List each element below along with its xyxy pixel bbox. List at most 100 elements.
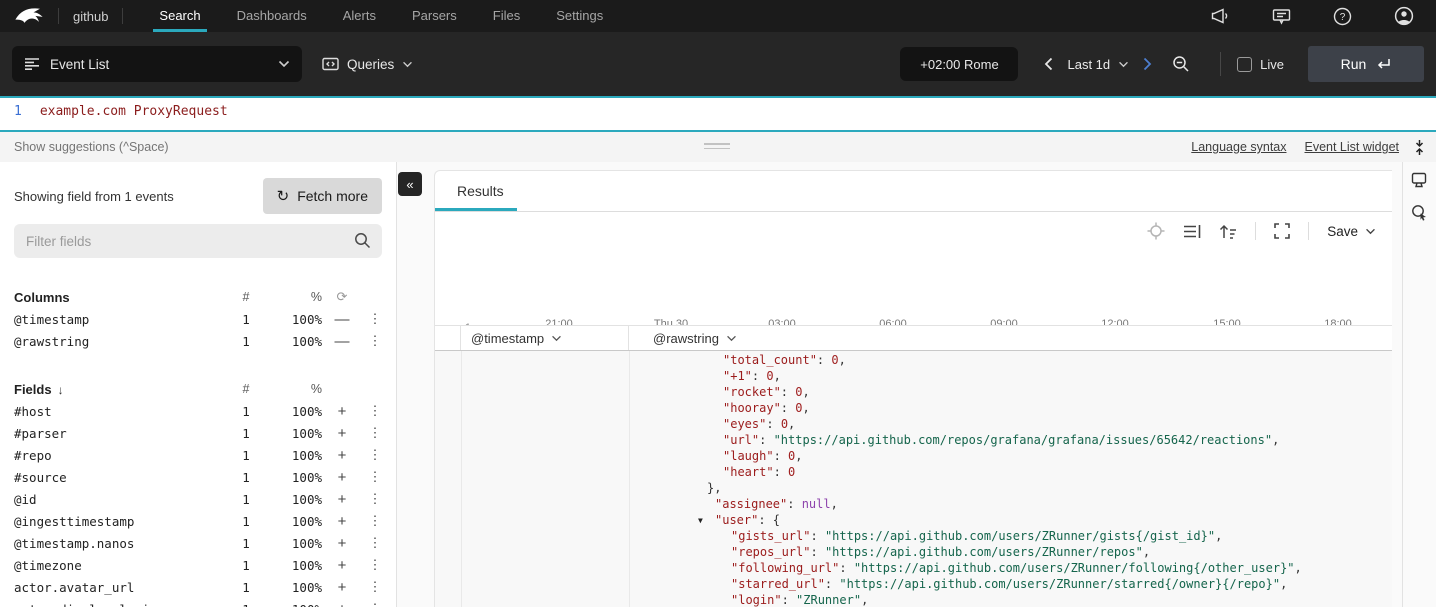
event-histogram[interactable]: 1 21:00Thu 3003:0006:0009:0012:0015:0018… — [435, 243, 1392, 325]
zoom-out-time-icon[interactable] — [1172, 55, 1190, 73]
divider — [122, 8, 123, 24]
tab-results[interactable]: Results — [457, 171, 504, 211]
row-menu-button[interactable]: ⋮ — [362, 557, 388, 573]
query-editor[interactable]: 1 example.com ProxyRequest — [0, 96, 1436, 132]
row-menu-button[interactable]: ⋮ — [362, 425, 388, 441]
add-field-button[interactable]: + — [322, 447, 362, 464]
json-line: "repos_url": "https://api.github.com/use… — [731, 544, 1150, 560]
crosshair-icon[interactable] — [1147, 222, 1165, 240]
rawstring-column-header[interactable]: @rawstring — [629, 326, 1392, 350]
column-action-button[interactable]: — — [322, 333, 362, 350]
field-name[interactable]: #repo — [14, 448, 226, 463]
sort-descending-icon[interactable]: ↓ — [58, 383, 64, 397]
row-menu-button[interactable]: ⋮ — [362, 403, 388, 419]
row-menu-button[interactable]: ⋮ — [362, 311, 388, 327]
fullscreen-icon[interactable] — [1274, 223, 1290, 239]
field-name[interactable]: @timezone — [14, 558, 226, 573]
field-name[interactable]: #host — [14, 404, 226, 419]
row-menu-button[interactable]: ⋮ — [362, 447, 388, 463]
language-syntax-link[interactable]: Language syntax — [1191, 140, 1286, 154]
add-field-button[interactable]: + — [322, 469, 362, 486]
row-menu-button[interactable]: ⋮ — [362, 333, 388, 349]
nav-files[interactable]: Files — [493, 0, 520, 32]
add-field-button[interactable]: + — [322, 601, 362, 607]
add-field-button[interactable]: + — [322, 535, 362, 552]
collapse-fields-panel-button[interactable]: « — [398, 172, 422, 196]
fields-header: Fields↓ # % — [0, 378, 396, 400]
fetch-more-button[interactable]: ↻ Fetch more — [263, 178, 382, 214]
row-menu-button[interactable]: ⋮ — [362, 469, 388, 485]
field-name[interactable]: @timestamp — [14, 312, 226, 327]
live-label: Live — [1260, 57, 1284, 72]
time-forward-icon[interactable] — [1143, 57, 1152, 71]
field-name[interactable]: @ingesttimestamp — [14, 514, 226, 529]
editor-resize-handle[interactable] — [704, 143, 730, 152]
row-menu-button[interactable]: ⋮ — [362, 491, 388, 507]
field-percent: 100% — [266, 426, 322, 441]
field-name[interactable]: #source — [14, 470, 226, 485]
display-panel-icon[interactable] — [1411, 172, 1427, 188]
live-checkbox[interactable] — [1237, 57, 1252, 72]
event-list-icon — [24, 57, 40, 71]
field-name[interactable]: actor.display_login — [14, 602, 226, 607]
timestamp-column-header[interactable]: @timestamp — [461, 326, 629, 350]
row-menu-button[interactable]: ⋮ — [362, 513, 388, 529]
nav-dashboards[interactable]: Dashboards — [237, 0, 307, 32]
row-density-icon[interactable] — [1183, 224, 1201, 239]
chevron-down-icon — [402, 61, 413, 68]
field-count: 1 — [226, 536, 266, 551]
columns-header: Columns # % ⟳ — [0, 286, 396, 308]
add-field-button[interactable]: + — [322, 403, 362, 420]
column-action-button[interactable]: — — [322, 311, 362, 328]
active-tab-underline — [435, 208, 517, 211]
user-avatar-icon[interactable] — [1394, 6, 1414, 26]
feedback-icon[interactable] — [1272, 8, 1291, 25]
add-field-button[interactable]: + — [322, 557, 362, 574]
crowdstrike-falcon-logo-icon[interactable] — [14, 6, 44, 26]
repository-name[interactable]: github — [73, 9, 108, 24]
nav-alerts[interactable]: Alerts — [343, 0, 376, 32]
live-toggle[interactable]: Live — [1237, 57, 1284, 72]
view-selector-label: Event List — [50, 57, 109, 72]
queries-dropdown[interactable]: Queries — [322, 57, 413, 72]
sync-columns-icon[interactable]: ⟳ — [322, 289, 362, 305]
results-table-body[interactable]: "total_count": 0,"+1": 0,"rocket": 0,"ho… — [435, 351, 1392, 607]
query-text[interactable]: example.com ProxyRequest — [40, 104, 228, 119]
collapse-vertical-icon[interactable] — [1413, 140, 1426, 155]
row-menu-button[interactable]: ⋮ — [362, 535, 388, 551]
save-dropdown[interactable]: Save — [1327, 224, 1376, 239]
queries-label: Queries — [347, 57, 394, 72]
save-label: Save — [1327, 224, 1358, 239]
add-field-button[interactable]: + — [322, 579, 362, 596]
collapse-node-icon[interactable]: ▼ — [698, 513, 703, 529]
nav-settings[interactable]: Settings — [556, 0, 603, 32]
view-selector-dropdown[interactable]: Event List — [12, 46, 302, 82]
add-field-button[interactable]: + — [322, 513, 362, 530]
announcements-icon[interactable] — [1210, 8, 1230, 24]
timezone-button[interactable]: +02:00 Rome — [900, 47, 1018, 81]
nav-parsers[interactable]: Parsers — [412, 0, 457, 32]
main-area: Showing field from 1 events ↻ Fetch more… — [0, 162, 1436, 607]
add-field-button[interactable]: + — [322, 491, 362, 508]
field-name[interactable]: #parser — [14, 426, 226, 441]
field-percent: 100% — [266, 334, 322, 349]
inspect-search-icon[interactable] — [1411, 204, 1428, 221]
nav-search[interactable]: Search — [159, 0, 200, 32]
field-name[interactable]: @rawstring — [14, 334, 226, 349]
time-range-dropdown[interactable]: Last 1d — [1067, 57, 1129, 72]
add-field-button[interactable]: + — [322, 425, 362, 442]
time-back-icon[interactable] — [1044, 57, 1053, 71]
fields-title: Fields↓ — [14, 382, 226, 397]
run-button[interactable]: Run — [1308, 46, 1424, 82]
field-name[interactable]: actor.avatar_url — [14, 580, 226, 595]
filter-fields-input[interactable] — [14, 224, 382, 258]
help-icon[interactable]: ? — [1333, 7, 1352, 26]
row-menu-button[interactable]: ⋮ — [362, 601, 388, 607]
sort-ascending-icon[interactable] — [1219, 224, 1237, 239]
field-name[interactable]: @timestamp.nanos — [14, 536, 226, 551]
field-count: 1 — [226, 558, 266, 573]
field-name[interactable]: @id — [14, 492, 226, 507]
row-menu-button[interactable]: ⋮ — [362, 579, 388, 595]
event-list-widget-link[interactable]: Event List widget — [1305, 140, 1400, 154]
json-line: "starred_url": "https://api.github.com/u… — [731, 576, 1287, 592]
